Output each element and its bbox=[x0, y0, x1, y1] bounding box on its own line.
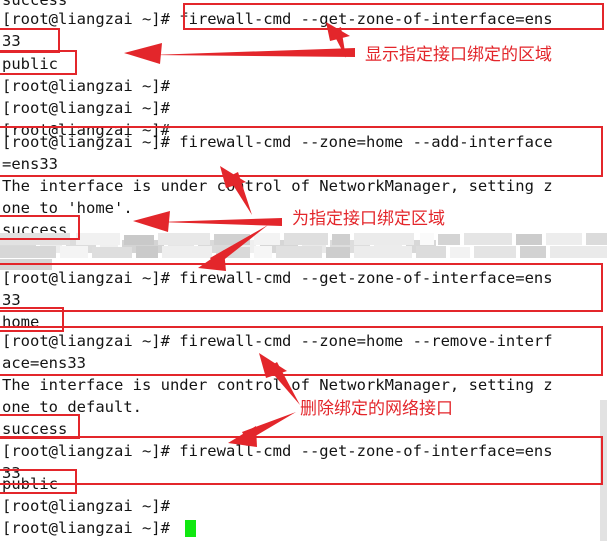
terminal-scrollbar[interactable] bbox=[600, 400, 607, 541]
clipped-top-line: success bbox=[2, 0, 67, 7]
censored-output-row bbox=[0, 233, 607, 258]
terminal-line: [root@liangzai ~]# firewall-cmd --get-zo… bbox=[2, 442, 553, 460]
arrow-to-success-1 bbox=[133, 211, 282, 232]
annotation-label-bind-zone: 为指定接口绑定区域 bbox=[292, 209, 445, 229]
annotation-label-show-zone: 显示指定接口绑定的区域 bbox=[365, 45, 552, 65]
terminal-line: =ens33 bbox=[2, 155, 58, 173]
terminal-line: [root@liangzai ~]# firewall-cmd --zone=h… bbox=[2, 332, 553, 350]
terminal-line: public bbox=[2, 55, 58, 73]
terminal-line: The interface is under control of Networ… bbox=[2, 376, 553, 394]
terminal-line: [root@liangzai ~]# firewall-cmd --get-zo… bbox=[2, 269, 553, 287]
terminal-line: public bbox=[2, 475, 58, 493]
arrow-to-public bbox=[124, 43, 355, 64]
terminal-cursor bbox=[185, 520, 196, 537]
terminal-line: 33 bbox=[2, 32, 21, 50]
annotation-label-remove-bind: 删除绑定的网络接口 bbox=[300, 399, 453, 419]
terminal-line: [root@liangzai ~]# bbox=[2, 497, 170, 515]
terminal-line: [root@liangzai ~]# bbox=[2, 77, 170, 95]
terminal-line: one to default. bbox=[2, 398, 142, 416]
terminal-window[interactable]: success [root@liangzai ~]# firewall-cmd … bbox=[0, 0, 607, 541]
terminal-line: one to 'home'. bbox=[2, 199, 133, 217]
terminal-line: [root@liangzai ~]# bbox=[2, 519, 170, 537]
terminal-line: [root@liangzai ~]# firewall-cmd --zone=h… bbox=[2, 133, 553, 151]
terminal-line: [root@liangzai ~]# firewall-cmd --get-zo… bbox=[2, 10, 553, 28]
terminal-line: ace=ens33 bbox=[2, 354, 86, 372]
terminal-line: 33 bbox=[2, 291, 21, 309]
terminal-line: success bbox=[2, 420, 68, 438]
terminal-line: The interface is under control of Networ… bbox=[2, 177, 553, 195]
terminal-line: [root@liangzai ~]# bbox=[2, 99, 170, 117]
